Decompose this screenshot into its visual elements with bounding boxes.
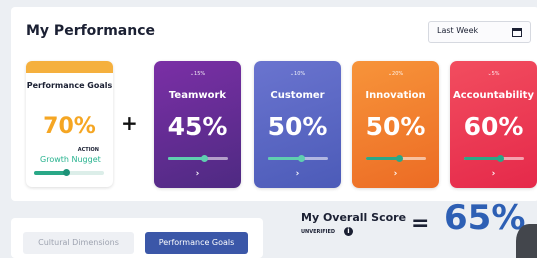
- goals-progress-handle: [62, 169, 70, 176]
- innovation-chevron-icon[interactable]: ›: [352, 169, 439, 179]
- innovation-percent: 50%: [365, 112, 426, 141]
- overall-score-value: 65%: [444, 198, 526, 238]
- goals-card-percent: 70%: [43, 114, 96, 139]
- teamwork-percent: 45%: [167, 112, 228, 141]
- tab-cultural-dimensions[interactable]: Cultural Dimensions: [23, 232, 134, 254]
- date-range-value: Last Week: [437, 26, 479, 35]
- innovation-card[interactable]: ⌄20% Innovation 50% ›: [352, 61, 439, 188]
- accountability-progress-fill: [464, 157, 500, 160]
- goals-card-band: [26, 61, 113, 73]
- goals-progress-fill: [34, 171, 66, 175]
- teamwork-progress-track: [168, 155, 228, 162]
- customer-progress-handle: [298, 155, 305, 162]
- info-icon[interactable]: i: [344, 227, 353, 236]
- teamwork-progress-handle: [201, 155, 208, 162]
- accountability-card[interactable]: ⌄5% Accountability 60% ›: [450, 61, 537, 188]
- overall-score-status: UNVERIFIED: [301, 229, 336, 235]
- customer-delta: ⌄10%: [289, 71, 306, 77]
- calendar-icon[interactable]: [512, 27, 522, 37]
- customer-percent: 50%: [267, 112, 328, 141]
- innovation-progress-track: [366, 155, 426, 162]
- tab-performance-goals[interactable]: Performance Goals: [145, 232, 248, 254]
- customer-progress-track: [268, 155, 328, 162]
- accountability-delta: ⌄5%: [487, 71, 500, 77]
- accountability-name: Accountability: [453, 90, 534, 101]
- customer-card[interactable]: ⌄10% Customer 50% ›: [254, 61, 341, 188]
- goals-progress-track: [34, 169, 104, 176]
- overall-score-title: My Overall Score: [301, 211, 407, 224]
- accountability-progress-handle: [497, 155, 504, 162]
- customer-chevron-icon[interactable]: ›: [254, 169, 341, 179]
- page-title: My Performance: [26, 23, 156, 39]
- customer-name: Customer: [270, 90, 325, 101]
- innovation-progress-fill: [366, 157, 399, 160]
- innovation-progress-handle: [396, 155, 403, 162]
- goals-card-title: Performance Goals: [26, 81, 113, 90]
- teamwork-delta: ⌄15%: [189, 71, 206, 77]
- teamwork-progress-fill: [168, 157, 204, 160]
- teamwork-card[interactable]: ⌄15% Teamwork 45% ›: [154, 61, 241, 188]
- accountability-percent: 60%: [463, 112, 524, 141]
- innovation-delta: ⌄20%: [387, 71, 404, 77]
- plus-operator: +: [121, 111, 138, 135]
- customer-progress-fill: [268, 157, 301, 160]
- accountability-chevron-icon[interactable]: ›: [450, 169, 537, 179]
- goals-card-action-label: ACTION: [77, 147, 99, 153]
- avatar: [516, 224, 537, 258]
- performance-goals-card[interactable]: Performance Goals 70% ACTION Growth Nugg…: [26, 61, 113, 187]
- equals-operator: =: [411, 211, 430, 236]
- innovation-name: Innovation: [365, 90, 426, 101]
- growth-nugget-link[interactable]: Growth Nugget: [40, 155, 101, 164]
- teamwork-name: Teamwork: [168, 90, 227, 101]
- teamwork-chevron-icon[interactable]: ›: [154, 169, 241, 179]
- date-range-select[interactable]: Last Week: [428, 21, 531, 43]
- accountability-progress-track: [464, 155, 524, 162]
